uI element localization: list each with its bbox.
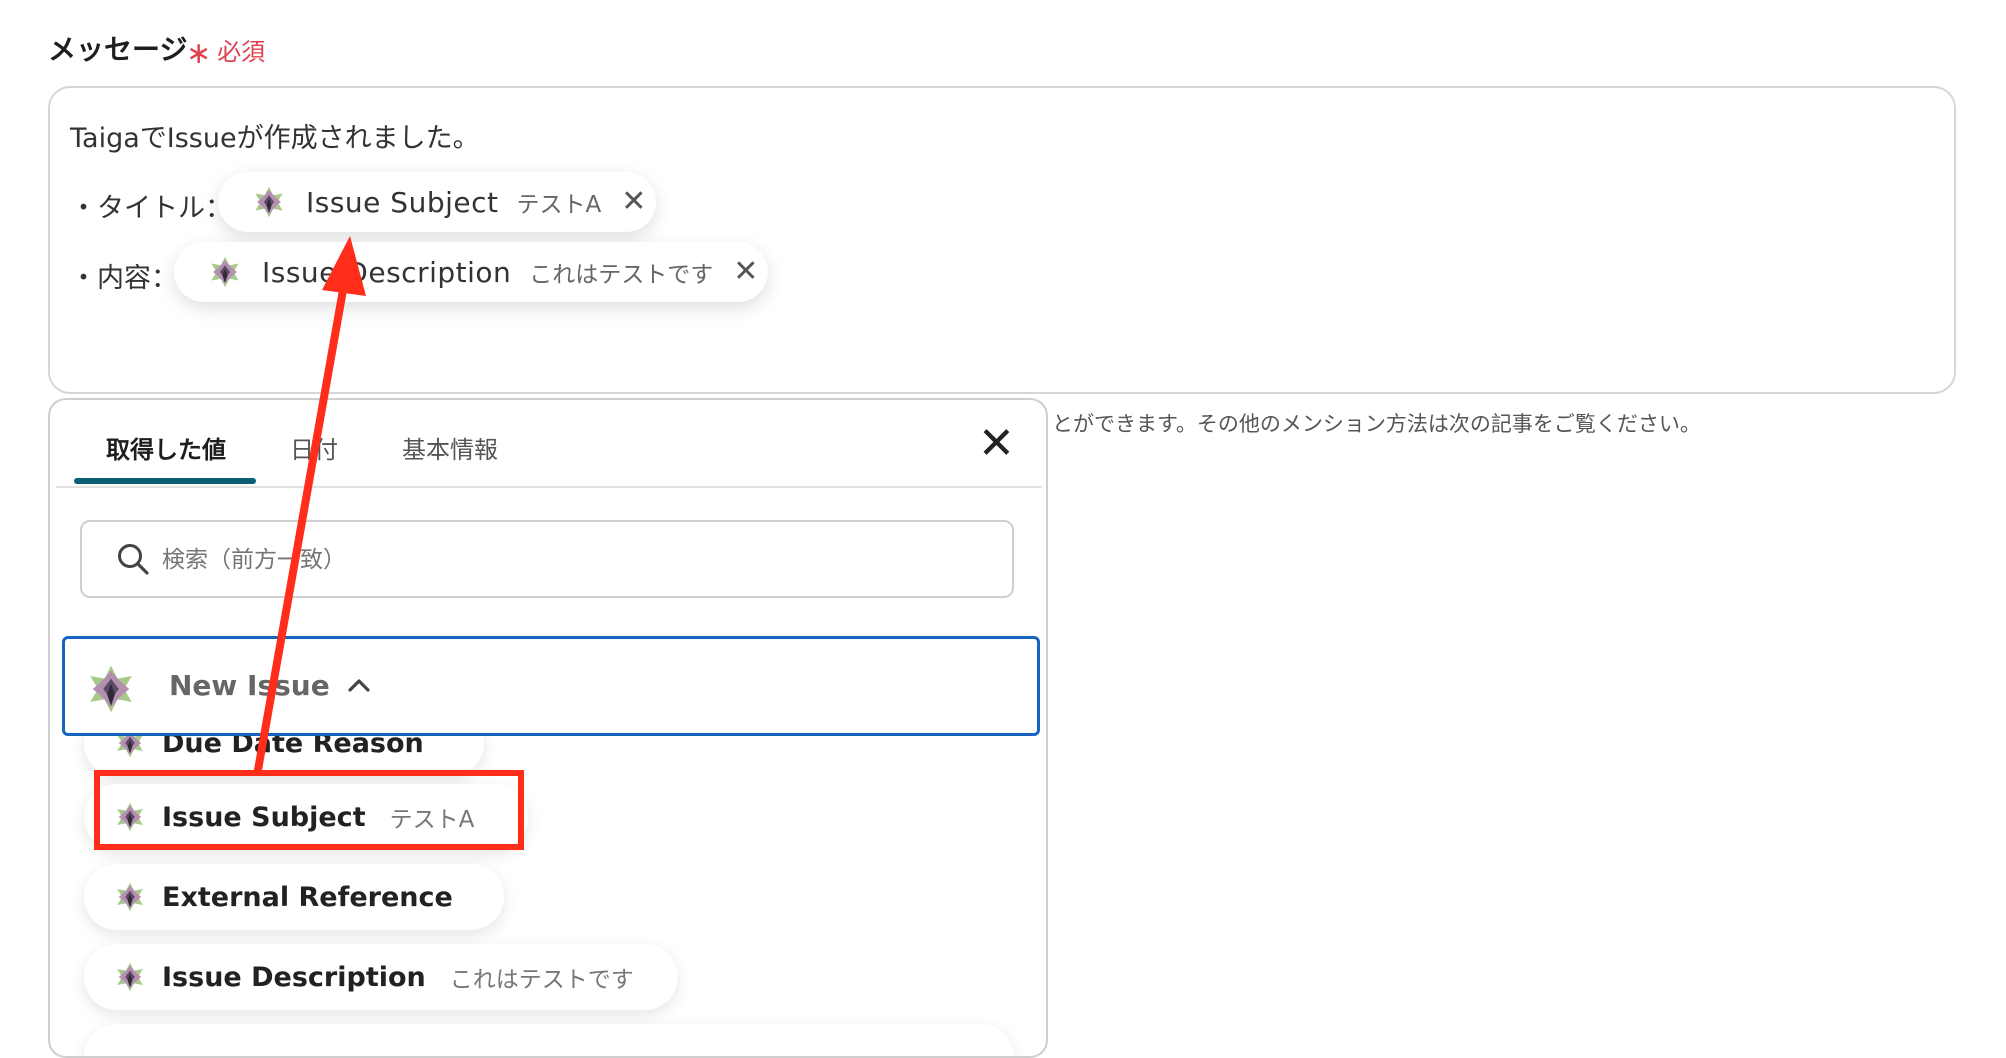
taiga-logo-icon bbox=[114, 881, 146, 913]
tab-basic-info[interactable]: 基本情報 bbox=[402, 430, 498, 465]
helper-text: とができます。その他のメンション方法は次の記事をご覧ください。 bbox=[1052, 412, 1701, 436]
variable-pill-issue-subject[interactable]: Issue Subject テストA ✕ bbox=[218, 172, 656, 232]
chevron-up-icon[interactable] bbox=[347, 677, 371, 693]
editor-line-2-prefix: ・タイトル： bbox=[70, 193, 232, 224]
item-name: External Reference bbox=[162, 881, 453, 913]
tab-acquired-values[interactable]: 取得した値 bbox=[106, 430, 226, 465]
group-header-new-issue[interactable]: New Issue bbox=[62, 636, 1040, 736]
remove-pill-icon[interactable]: ✕ bbox=[733, 257, 758, 287]
taiga-logo-icon bbox=[85, 663, 137, 715]
pill-name: Issue Subject bbox=[306, 185, 499, 219]
pill-value: テストA bbox=[516, 192, 602, 218]
required-text: 必須 bbox=[217, 38, 266, 66]
list-item[interactable] bbox=[84, 1024, 1014, 1056]
value-picker-panel: 取得した値 日付 基本情報 ✕ Due Date Reason Issue Su… bbox=[48, 398, 1048, 1058]
search-input[interactable] bbox=[160, 536, 964, 584]
group-label: New Issue bbox=[169, 669, 330, 702]
taiga-logo-icon bbox=[252, 185, 286, 219]
search-icon bbox=[118, 544, 149, 575]
asterisk-icon: ∗ bbox=[186, 36, 212, 71]
tab-divider bbox=[56, 486, 1042, 488]
search-box bbox=[80, 520, 1014, 598]
remove-pill-icon[interactable]: ✕ bbox=[621, 187, 646, 217]
tab-date[interactable]: 日付 bbox=[290, 430, 338, 465]
item-name: Issue Description bbox=[162, 961, 426, 993]
close-icon[interactable]: ✕ bbox=[978, 422, 1015, 466]
variable-pill-issue-description[interactable]: Issue Description これはテストです ✕ bbox=[174, 242, 768, 302]
field-label: メッセージ bbox=[48, 33, 188, 66]
taiga-logo-icon bbox=[114, 961, 146, 993]
editor-line-3-prefix: ・内容： bbox=[70, 263, 178, 294]
required-badge: ∗ 必須 bbox=[186, 32, 265, 71]
active-tab-indicator bbox=[74, 478, 256, 484]
annotation-highlight-box bbox=[94, 770, 524, 850]
item-value: これはテストです bbox=[449, 967, 634, 993]
pill-value: これはテストです bbox=[529, 262, 714, 288]
editor-line-1: TaigaでIssueが作成されました。 bbox=[70, 123, 480, 154]
list-item-external-reference[interactable]: External Reference bbox=[84, 864, 504, 930]
list-item-issue-description[interactable]: Issue Description これはテストです bbox=[84, 944, 678, 1010]
taiga-logo-icon bbox=[208, 255, 242, 289]
message-editor[interactable]: TaigaでIssueが作成されました。 ・タイトル： ・内容： Issue S… bbox=[48, 86, 1956, 394]
pill-name: Issue Description bbox=[262, 255, 512, 289]
